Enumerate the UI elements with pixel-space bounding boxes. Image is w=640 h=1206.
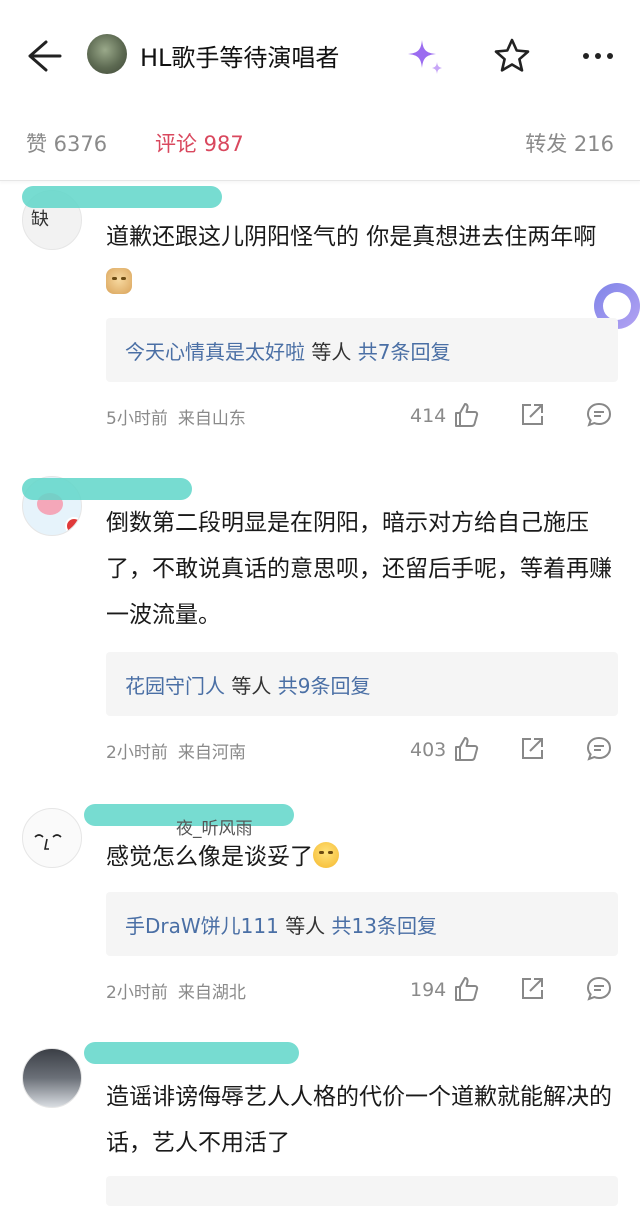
thumbs-up-icon[interactable] (452, 401, 480, 429)
more-dots-icon[interactable] (576, 34, 620, 78)
reply-count[interactable]: 共13条回复 (332, 914, 437, 938)
comment-text: 造谣诽谤侮辱艺人人格的代价一个道歉就能解决的话，艺人不用活了 (106, 1084, 612, 1156)
reply-summary[interactable]: 今天心情真是太好啦 等人 共7条回复 (106, 318, 618, 382)
comment-text: 道歉还跟这儿阴阳怪气的 你是真想进去住两年啊 (106, 214, 621, 306)
reply-mid: 等人 (285, 914, 326, 938)
comment-text: 感觉怎么像是谈妥了 (106, 834, 621, 880)
share-icon[interactable] (518, 401, 546, 429)
reply-summary[interactable]: 花园守门人 等人 共9条回复 (106, 652, 618, 716)
reply-line: 手DraW饼儿111 等人 共13条回复 (125, 910, 437, 939)
redacted-username (84, 1042, 299, 1064)
tab-reposts[interactable]: 转发 216 (525, 128, 614, 158)
status-bar (0, 0, 640, 12)
author-avatar[interactable] (87, 34, 127, 74)
redacted-username (22, 186, 222, 208)
comment-time: 2小时前 (106, 983, 168, 1003)
reply-line: 今天心情真是太好啦 等人 共7条回复 (125, 336, 450, 365)
like-count: 403 (410, 739, 447, 761)
avatar-badge-icon (65, 517, 81, 535)
reply-mid: 等人 (311, 340, 352, 364)
comment-meta: 5小时前 来自山东 (106, 404, 256, 429)
doge-emoji-icon (106, 268, 132, 294)
reply-mid: 等人 (231, 674, 272, 698)
comment-icon[interactable] (585, 735, 613, 763)
reply-user[interactable]: 花园守门人 (125, 674, 225, 698)
reply-summary[interactable] (106, 1176, 618, 1206)
commenter-avatar[interactable] (22, 1048, 82, 1108)
avatar-initial: 缺 (31, 209, 49, 230)
top-bar: HL歌手等待演唱者 (0, 12, 640, 96)
comment-meta: 2小时前 来自湖北 (106, 978, 256, 1003)
reply-count[interactable]: 共7条回复 (358, 340, 451, 364)
comment-location: 来自河南 (177, 743, 246, 763)
page-title[interactable]: HL歌手等待演唱者 (140, 38, 339, 73)
reply-line: 花园守门人 等人 共9条回复 (125, 670, 370, 699)
arrow-left-icon[interactable] (22, 36, 66, 76)
like-count: 194 (410, 979, 447, 1001)
reply-summary[interactable]: 手DraW饼儿111 等人 共13条回复 (106, 892, 618, 956)
sparkle-icon[interactable] (402, 34, 448, 80)
comment-location: 来自山东 (177, 409, 246, 429)
thumbs-up-icon[interactable] (452, 735, 480, 763)
share-icon[interactable] (518, 735, 546, 763)
comment-time: 2小时前 (106, 743, 168, 763)
reply-count[interactable]: 共9条回复 (278, 674, 371, 698)
comment-body: 道歉还跟这儿阴阳怪气的 你是真想进去住两年啊 (106, 224, 597, 250)
commenter-avatar[interactable] (22, 808, 82, 868)
smile-emoji-icon (313, 842, 339, 868)
redacted-username (22, 478, 192, 500)
tab-likes[interactable]: 赞 6376 (26, 128, 107, 158)
comment-text: 倒数第二段明显是在阴阳，暗示对方给自己施压了，不敢说真话的意思呗，还留后手呢，等… (106, 510, 612, 628)
comment-location: 来自湖北 (177, 983, 246, 1003)
comment-icon[interactable] (585, 401, 613, 429)
share-icon[interactable] (518, 975, 546, 1003)
comment-meta: 2小时前 来自河南 (106, 738, 256, 763)
comment-item: 夜_听风雨 感觉怎么像是谈妥了 手DraW饼儿111 等人 共13条回复 2小时… (0, 800, 640, 1025)
sketch-face-icon (34, 834, 62, 850)
comment-icon[interactable] (585, 975, 613, 1003)
stats-tabs: 赞 6376 评论 987 转发 216 (0, 108, 640, 181)
tab-comments[interactable]: 评论 987 (155, 128, 244, 158)
like-count: 414 (410, 405, 447, 427)
star-icon[interactable] (490, 34, 534, 78)
comment-body: 感觉怎么像是谈妥了 (106, 844, 313, 870)
comment-item: 缺 道歉还跟这儿阴阳怪气的 你是真想进去住两年啊 今天心情真是太好啦 等人 共7… (0, 180, 640, 450)
comment-item: 倒数第二段明显是在阴阳，暗示对方给自己施压了，不敢说真话的意思呗，还留后手呢，等… (0, 466, 640, 786)
reply-user[interactable]: 手DraW饼儿111 (125, 914, 279, 938)
reply-user[interactable]: 今天心情真是太好啦 (125, 340, 305, 364)
thumbs-up-icon[interactable] (452, 975, 480, 1003)
comment-time: 5小时前 (106, 409, 168, 429)
